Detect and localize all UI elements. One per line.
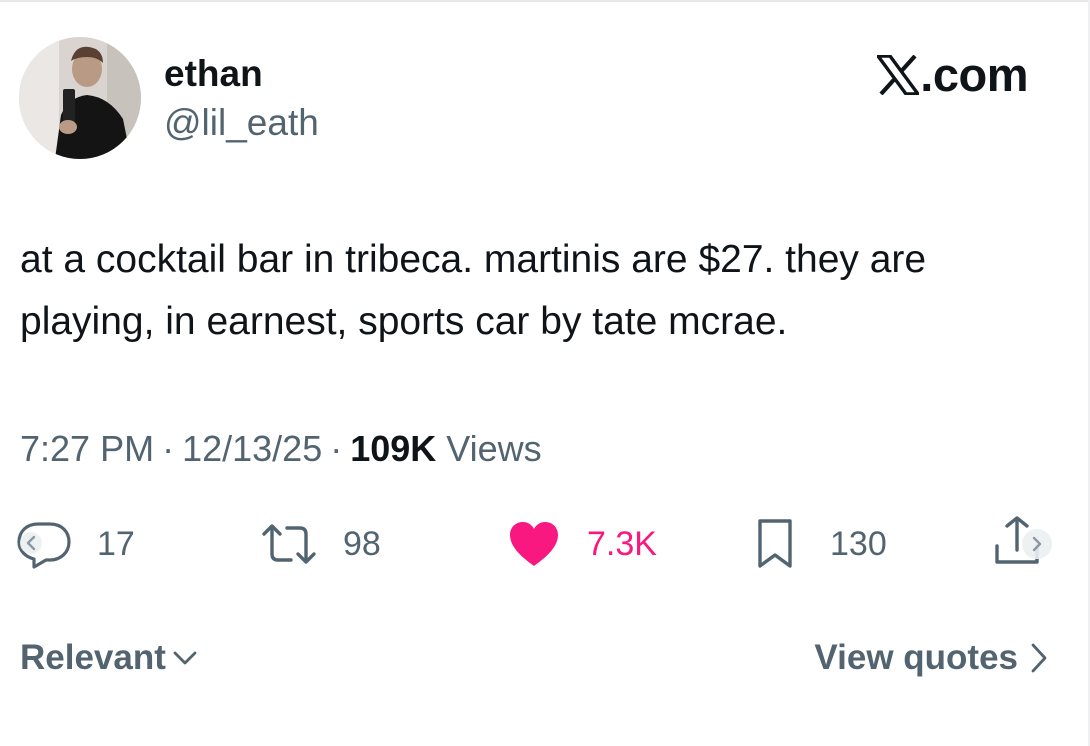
top-divider [0, 0, 1090, 2]
user-handle[interactable]: @lil_eath [164, 101, 319, 145]
avatar-photo-icon [19, 37, 141, 159]
bookmark-button[interactable]: 130 [755, 516, 887, 572]
meta-separator: · [330, 428, 343, 469]
chevron-down-icon [173, 651, 197, 665]
view-quotes-label: View quotes [814, 638, 1018, 677]
x-logo-icon [877, 55, 920, 95]
views-label: Views [446, 428, 542, 469]
relevant-label: Relevant [20, 638, 166, 677]
tweet-meta: 7:27 PM · 12/13/25 · 109K Views [20, 427, 542, 471]
tweet-date[interactable]: 12/13/25 [182, 428, 322, 469]
avatar[interactable] [19, 37, 141, 159]
display-name[interactable]: ethan [164, 52, 263, 96]
reply-count: 17 [97, 525, 135, 563]
sort-relevant-dropdown[interactable]: Relevant [20, 636, 198, 680]
share-icon [985, 516, 1059, 572]
like-button[interactable]: 7.3K [507, 516, 657, 572]
view-quotes-link[interactable]: View quotes [814, 636, 1048, 680]
bookmark-count: 130 [830, 525, 887, 563]
reply-bubble-icon [16, 519, 72, 569]
reply-button[interactable]: 17 [16, 516, 135, 572]
chevron-right-icon [1031, 643, 1047, 673]
share-button[interactable] [985, 516, 1059, 572]
like-count: 7.3K [587, 525, 657, 563]
brand-watermark: .com [877, 47, 1028, 103]
repost-button[interactable]: 98 [258, 516, 381, 572]
meta-separator: · [162, 428, 175, 469]
tweet-text: at a cocktail bar in tribeca. martinis a… [20, 238, 927, 343]
bookmark-icon [755, 517, 795, 571]
repost-count: 98 [343, 525, 381, 563]
views-count: 109K [350, 428, 437, 469]
repost-icon [258, 522, 320, 566]
brand-text: .com [920, 48, 1028, 101]
tweet-time[interactable]: 7:27 PM [20, 428, 154, 469]
heart-filled-icon [507, 520, 561, 568]
